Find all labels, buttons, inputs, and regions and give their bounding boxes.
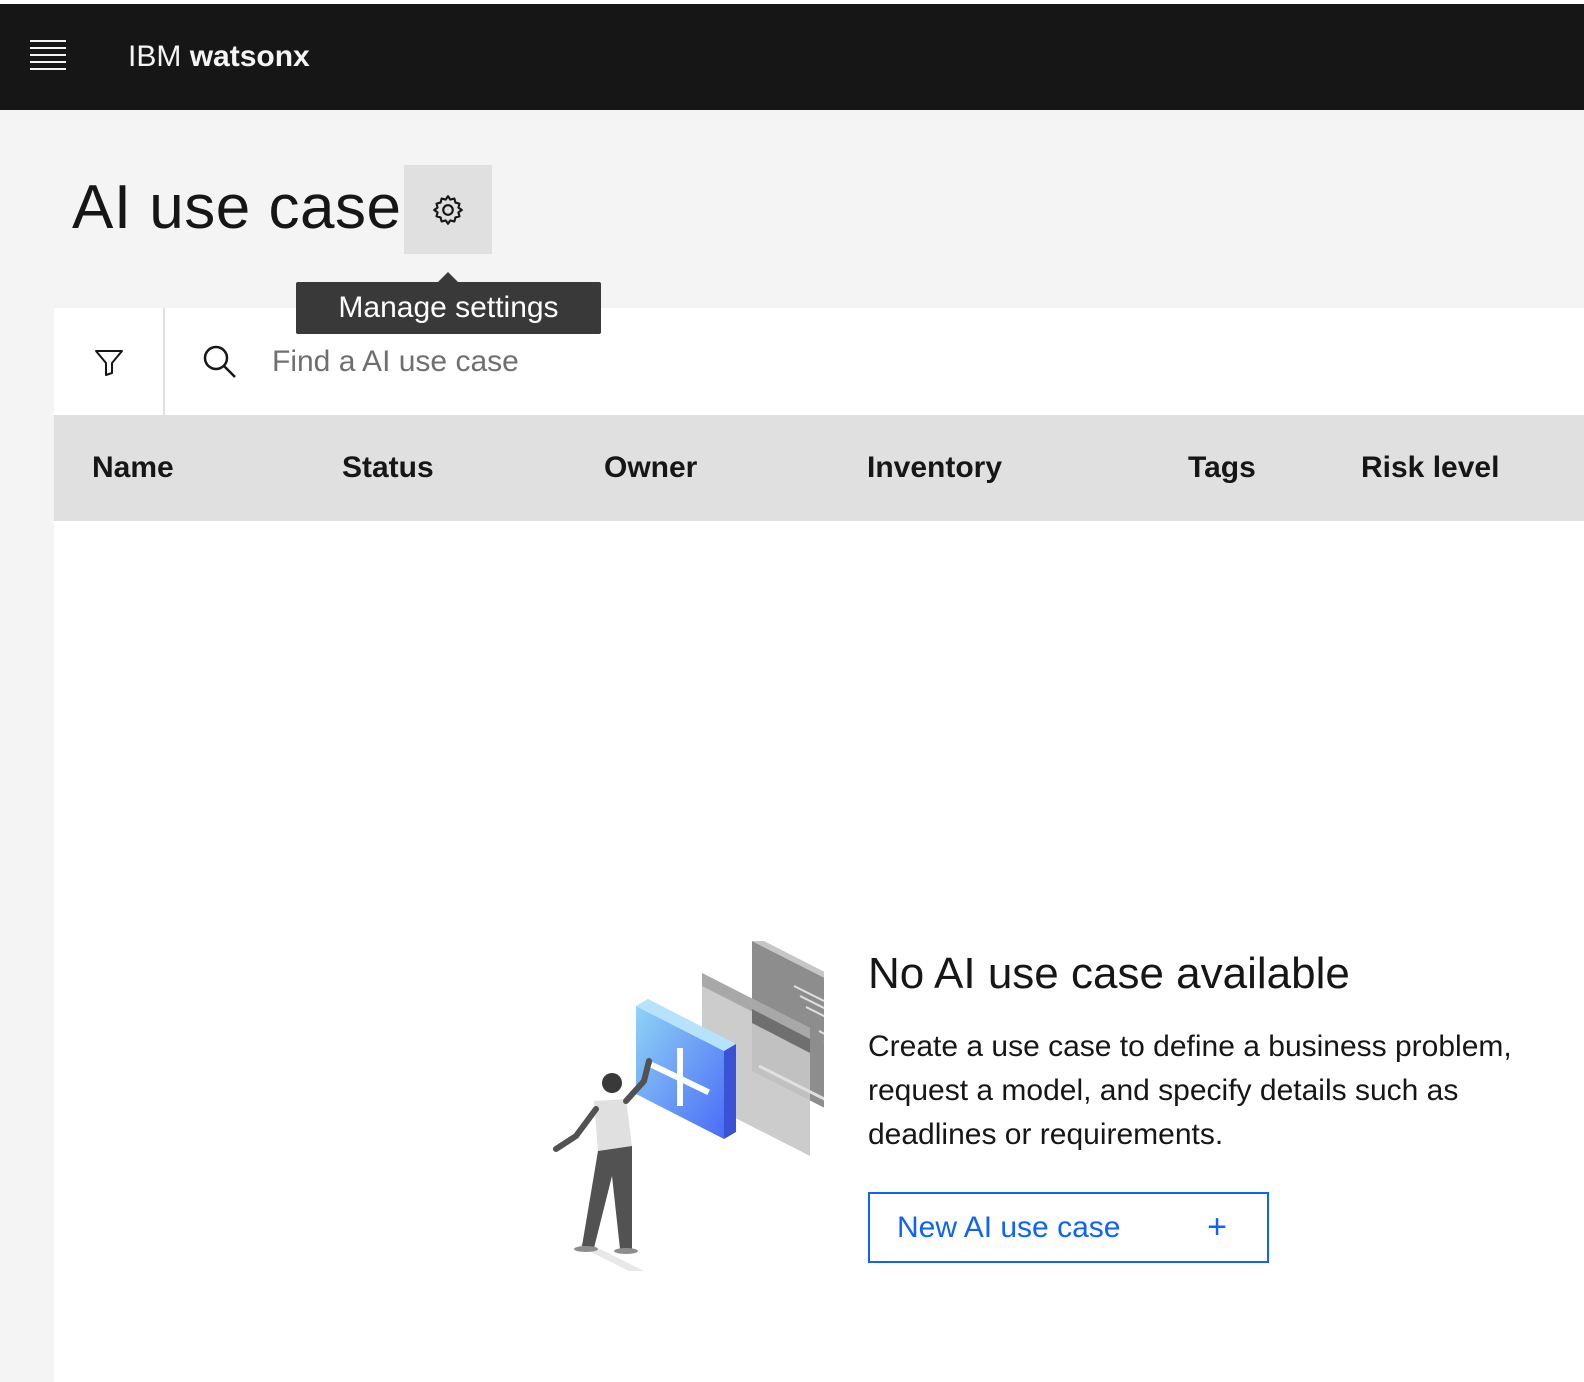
- column-header-owner[interactable]: Owner: [604, 451, 697, 485]
- column-header-inventory[interactable]: Inventory: [867, 451, 1002, 485]
- empty-state-title: No AI use case available: [868, 949, 1350, 998]
- use-case-table-panel: Name Status Owner Inventory Tags Risk le…: [54, 308, 1584, 1382]
- filter-icon: [94, 349, 123, 376]
- search-icon: [203, 345, 236, 378]
- search-input[interactable]: [272, 336, 1272, 388]
- column-header-status[interactable]: Status: [342, 451, 434, 485]
- hamburger-menu-icon[interactable]: [30, 40, 74, 76]
- column-header-risk-level[interactable]: Risk level: [1361, 451, 1499, 485]
- filter-button[interactable]: [54, 308, 165, 415]
- settings-tooltip: Manage settings: [296, 272, 601, 334]
- table-toolbar: [54, 308, 1584, 415]
- top-navigation-bar: IBM watsonx: [0, 4, 1584, 110]
- new-ai-use-case-button[interactable]: New AI use case +: [868, 1192, 1269, 1263]
- empty-state: No AI use case available Create a use ca…: [54, 521, 1584, 1382]
- empty-state-description: Create a use case to define a business p…: [868, 1030, 1512, 1151]
- empty-state-illustration: [553, 941, 824, 1271]
- brand-prefix: IBM: [128, 40, 182, 73]
- product-brand[interactable]: IBM watsonx: [128, 40, 310, 74]
- page-title: AI use case: [72, 173, 402, 242]
- add-icon: +: [1207, 1208, 1227, 1246]
- settings-button[interactable]: [404, 165, 492, 254]
- gear-icon: [433, 194, 463, 225]
- column-header-name[interactable]: Name: [92, 451, 174, 485]
- table-header: Name Status Owner Inventory Tags Risk le…: [54, 415, 1584, 521]
- new-ai-use-case-label: New AI use case: [897, 1210, 1121, 1244]
- brand-name: watsonx: [189, 40, 310, 73]
- column-header-tags[interactable]: Tags: [1188, 451, 1256, 485]
